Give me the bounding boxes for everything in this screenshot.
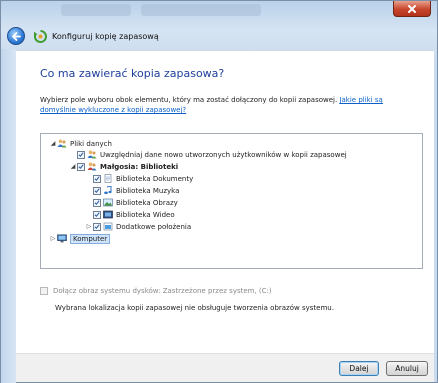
tree-item[interactable]: ◢ Pliki danych <box>49 138 112 149</box>
page-heading: Co ma zawierać kopia zapasowa? <box>40 67 225 80</box>
tree-item-label: Pliki danych <box>70 139 112 148</box>
tree-item-checkbox[interactable] <box>93 174 101 183</box>
folder-icon <box>103 222 113 231</box>
collapsed-arrow-icon[interactable]: ▷ <box>85 223 93 231</box>
close-button[interactable] <box>393 1 431 17</box>
tree-item[interactable]: Biblioteka Muzyka <box>85 185 179 196</box>
tree-item-label: Biblioteka Wideo <box>116 210 175 219</box>
tree-item-checkbox[interactable] <box>77 162 85 171</box>
window-title: Konfiguruj kopię zapasową <box>52 31 159 41</box>
close-icon <box>408 4 416 13</box>
backup-items-tree[interactable]: ◢ Pliki danych Uwzględniaj dane nowo utwor… <box>40 133 423 269</box>
documents-icon <box>103 174 113 183</box>
expanded-arrow-icon[interactable]: ◢ <box>69 163 77 171</box>
tree-item-checkbox[interactable] <box>77 150 85 159</box>
tree-item[interactable]: Biblioteka Dokumenty <box>85 173 193 184</box>
back-arrow-icon <box>11 31 21 41</box>
tree-item-checkbox[interactable] <box>93 222 101 231</box>
tree-item[interactable]: Biblioteka Obrazy <box>85 197 178 208</box>
system-image-label: Dołącz obraz systemu dysków: Zastrzeżone… <box>53 287 272 295</box>
collapsed-arrow-icon[interactable]: ▷ <box>49 235 57 243</box>
system-image-notice: Wybrana lokalizacja kopii zapasowej nie … <box>55 304 334 312</box>
tree-item-label: Komputer <box>70 233 111 244</box>
tree-item-checkbox[interactable] <box>93 186 101 195</box>
users-icon <box>87 150 97 159</box>
video-icon <box>103 210 113 219</box>
dialog-footer: Dalej Anuluj <box>16 353 434 382</box>
music-icon <box>103 185 113 195</box>
tree-item-checkbox[interactable] <box>93 198 101 207</box>
back-button[interactable] <box>7 27 25 45</box>
tree-item-label: Małgosia: Biblioteki <box>100 162 179 171</box>
tree-item-label: Biblioteka Obrazy <box>116 198 178 207</box>
tree-item-checkbox[interactable] <box>93 210 101 219</box>
blurred-background-tab <box>141 4 261 16</box>
blurred-background-tab <box>61 4 131 16</box>
tree-item-label: Biblioteka Muzyka <box>116 186 180 195</box>
title-bar[interactable] <box>1 1 437 23</box>
tree-item-label: Dodatkowe położenia <box>116 222 192 231</box>
page-description: Wybierz pole wyboru obok elementu, który… <box>40 95 412 115</box>
dialog-window: Konfiguruj kopię zapasową Co ma zawierać… <box>0 0 438 383</box>
system-image-option: Dołącz obraz systemu dysków: Zastrzeżone… <box>40 287 272 295</box>
next-button[interactable]: Dalej <box>339 361 379 376</box>
pictures-icon <box>103 198 113 207</box>
window-frame-edge <box>1 49 16 383</box>
tree-item[interactable]: ▷ Dodatkowe położenia <box>85 221 191 232</box>
tree-item[interactable]: ◢ Małgosia: Biblioteki <box>69 161 178 172</box>
tree-item-label: Biblioteka Dokumenty <box>116 174 194 183</box>
navigation-row: Konfiguruj kopię zapasową <box>7 25 159 47</box>
system-image-checkbox <box>40 287 48 295</box>
tree-item[interactable]: Biblioteka Wideo <box>85 209 175 220</box>
content-panel: Co ma zawierać kopia zapasowa? Wybierz p… <box>16 50 434 354</box>
description-text: Wybierz pole wyboru obok elementu, który… <box>40 96 338 104</box>
computer-icon <box>57 234 67 243</box>
cancel-button[interactable]: Anuluj <box>386 361 428 376</box>
expanded-arrow-icon[interactable]: ◢ <box>49 140 57 148</box>
users-icon <box>57 139 67 148</box>
tree-item[interactable]: ▷ Komputer <box>49 233 111 244</box>
tree-item[interactable]: Uwzględniaj dane nowo utworzonych użytko… <box>69 149 347 160</box>
user-icon <box>87 162 97 171</box>
backup-app-icon <box>34 29 47 43</box>
tree-item-label: Uwzględniaj dane nowo utworzonych użytko… <box>100 150 347 159</box>
